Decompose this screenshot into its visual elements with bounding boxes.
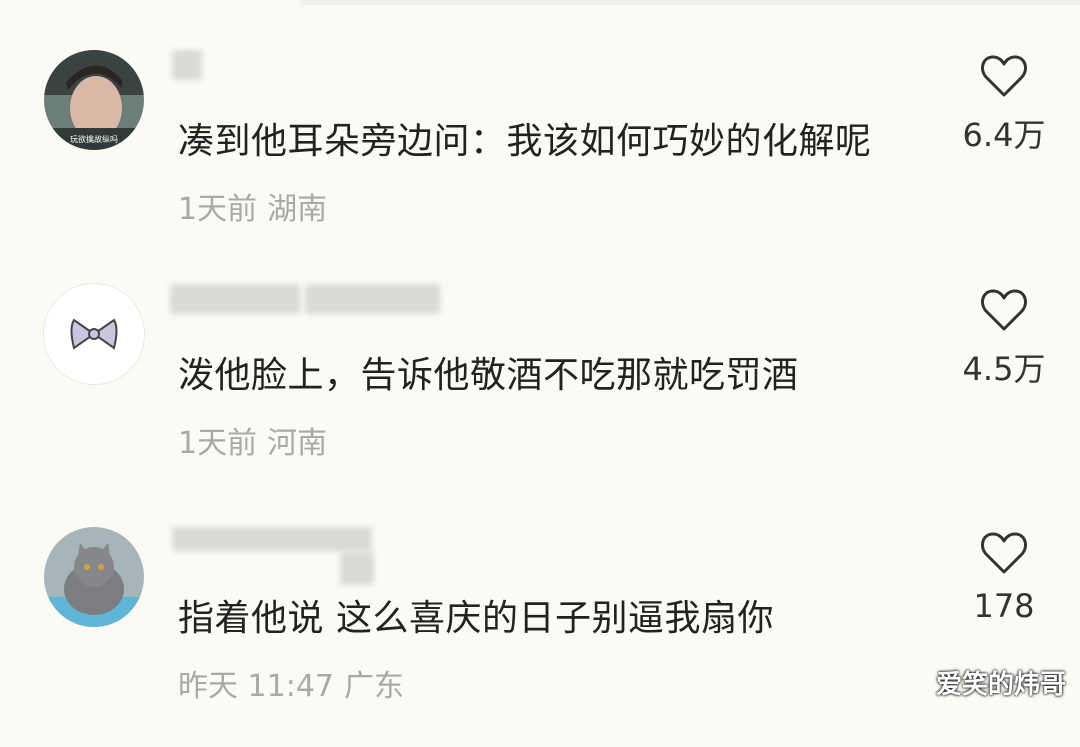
comment-location: 河南 xyxy=(267,426,328,461)
comment-item: 指着他说 这么喜庆的日子别逼我扇你 昨天 11:47 广东 178 xyxy=(0,527,1080,747)
like-count: 6.4万 xyxy=(962,116,1046,154)
heart-icon xyxy=(981,289,1027,331)
like-button[interactable]: 178 xyxy=(958,527,1050,625)
comment-item: 泼他脸上，告诉他敬酒不吃那就吃罚酒 1天前 河南 4.5万 xyxy=(0,284,1080,504)
username-redacted xyxy=(172,527,372,551)
comment-text: 指着他说 这么喜庆的日子别逼我扇你 xyxy=(178,598,774,639)
username-redacted xyxy=(305,284,440,314)
watermark: 爱笑的炜哥 xyxy=(935,670,1066,700)
comment-meta: 1天前 河南 xyxy=(178,418,337,462)
comment-item: 玩欲擒故纵吗 凑到他耳朵旁边问：我该如何巧妙的化解呢 1天前 湖南 6.4万 xyxy=(0,50,1080,270)
comment-location: 广东 xyxy=(344,669,404,704)
comment-time: 昨天 11:47 xyxy=(178,669,334,704)
like-button[interactable]: 4.5万 xyxy=(958,284,1050,390)
heart-icon xyxy=(981,532,1027,574)
avatar[interactable] xyxy=(44,527,144,627)
comment-time: 1天前 xyxy=(178,426,258,461)
avatar[interactable] xyxy=(44,284,144,384)
avatar[interactable]: 玩欲擒故纵吗 xyxy=(44,50,144,150)
comment-meta: 昨天 11:47 广东 xyxy=(178,661,414,705)
heart-icon xyxy=(981,55,1027,97)
username-redacted xyxy=(340,551,374,585)
comment-location: 湖南 xyxy=(267,192,328,227)
like-button[interactable]: 6.4万 xyxy=(958,50,1050,156)
username-redacted xyxy=(172,50,202,80)
comment-text: 泼他脸上，告诉他敬酒不吃那就吃罚酒 xyxy=(178,355,799,396)
comment-time: 1天前 xyxy=(178,192,258,227)
like-count: 178 xyxy=(973,587,1035,625)
like-count: 4.5万 xyxy=(962,350,1046,388)
comment-meta: 1天前 湖南 xyxy=(178,184,337,228)
comment-text: 凑到他耳朵旁边问：我该如何巧妙的化解呢 xyxy=(178,121,872,162)
top-divider xyxy=(300,0,1080,5)
username-redacted xyxy=(170,284,300,314)
avatar-caption: 玩欲擒故纵吗 xyxy=(70,134,118,144)
